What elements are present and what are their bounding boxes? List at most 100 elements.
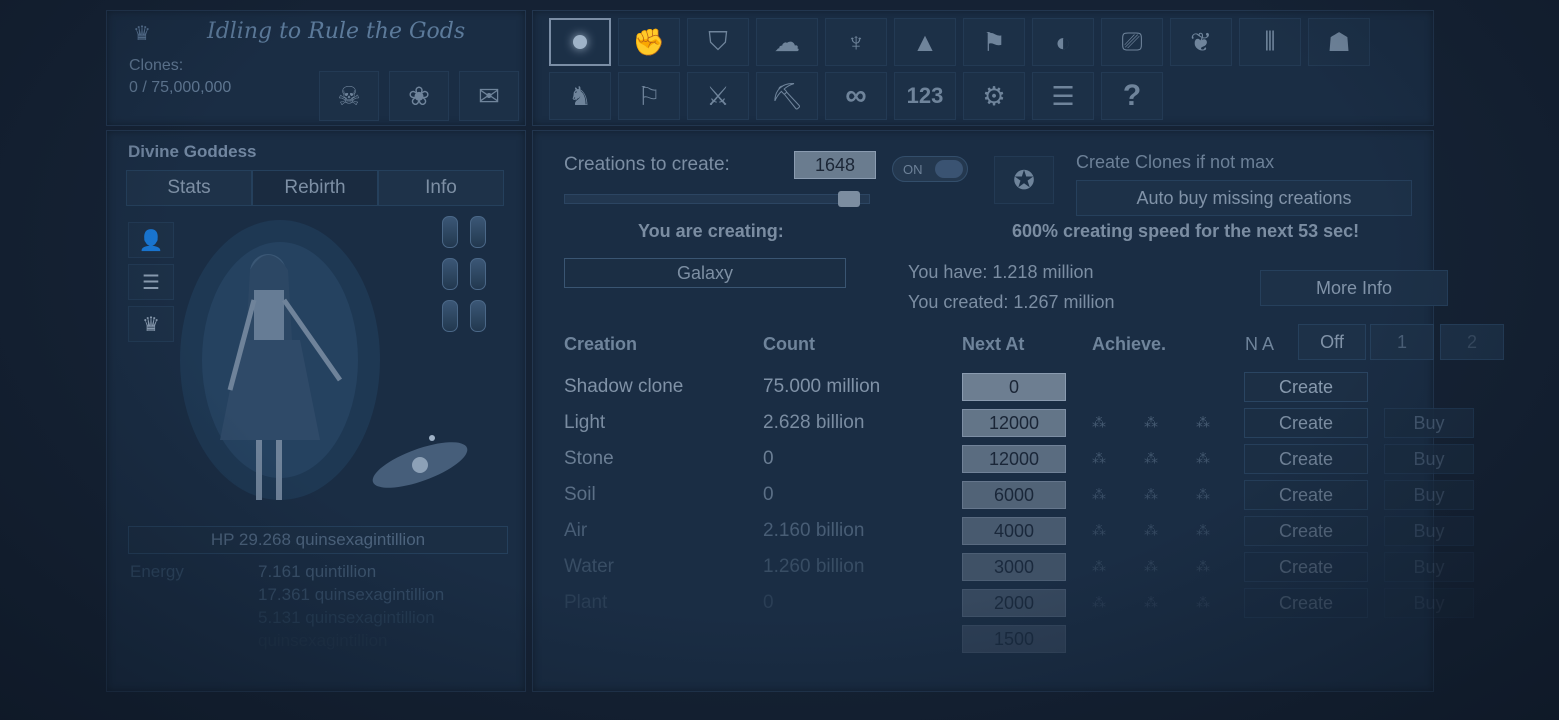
create-button[interactable]: Create: [1244, 408, 1368, 438]
hp-bar: HP 29.268 quinsexagintillion: [128, 526, 508, 554]
current-creation-box[interactable]: Galaxy: [564, 258, 846, 288]
next-at-input[interactable]: 12000: [962, 445, 1066, 473]
tab-info[interactable]: Info: [378, 170, 504, 206]
creation-count: 0: [763, 448, 774, 469]
header-count: Count: [763, 334, 815, 354]
header-next-at: Next At: [962, 334, 1025, 354]
statistics-icon[interactable]: 123: [894, 72, 956, 120]
achievement-icon: ⁂: [1196, 558, 1210, 574]
create-button[interactable]: Create: [1244, 588, 1368, 618]
slider-handle[interactable]: [837, 191, 860, 207]
shield-icon[interactable]: ⛉: [687, 18, 749, 66]
clones-label: Clones:: [129, 57, 184, 74]
next-at-input[interactable]: 3000: [962, 553, 1066, 581]
buy-label: Buy: [1413, 593, 1445, 613]
creation-name: Air: [564, 520, 588, 541]
tab-stats[interactable]: Stats: [126, 170, 252, 206]
achievement-icon: ⁂: [1092, 414, 1106, 430]
create-button[interactable]: Create: [1244, 444, 1368, 474]
ghost-icon[interactable]: ☗: [1308, 18, 1370, 66]
creation-name: Shadow clone: [564, 376, 684, 397]
auto-buy-button[interactable]: Auto buy missing creations: [1076, 180, 1412, 216]
buy-button[interactable]: Buy: [1384, 408, 1474, 438]
next-at-input[interactable]: 2000: [962, 589, 1066, 617]
create-label: Create: [1278, 485, 1334, 505]
skull-icon[interactable]: ☠: [319, 71, 379, 121]
divinity-icon[interactable]: ♆: [825, 18, 887, 66]
next-at-input[interactable]: 12000: [962, 409, 1066, 437]
toggle-on-label: ON: [903, 162, 923, 177]
pyramid-icon[interactable]: ▲: [894, 18, 956, 66]
monster-icon[interactable]: ☁: [756, 18, 818, 66]
create-button[interactable]: Create: [1244, 480, 1368, 510]
crystal-icon: [470, 216, 486, 248]
toggle-knob: [935, 160, 963, 178]
creation-name: Soil: [564, 484, 596, 505]
next-at-value: 12000: [988, 413, 1040, 433]
creations-count-input[interactable]: 1648: [794, 151, 876, 179]
clones-value: 0 / 75,000,000: [129, 79, 232, 96]
pillars-icon[interactable]: ⫴: [1239, 18, 1301, 66]
next-at-input[interactable]: 4000: [962, 517, 1066, 545]
achievement-icon: ⁂: [1092, 594, 1106, 610]
help-icon[interactable]: ?: [1101, 72, 1163, 120]
next-at-input[interactable]: 1500: [962, 625, 1066, 653]
create-label: Create: [1278, 377, 1334, 397]
achievement-icon: ⁂: [1144, 594, 1158, 610]
next-at-input[interactable]: 6000: [962, 481, 1066, 509]
book-icon[interactable]: ☰: [1032, 72, 1094, 120]
crown-icon: ♛: [133, 23, 151, 45]
stat-value: quinsexagintillion: [258, 631, 388, 650]
avatar-icon[interactable]: 👤: [128, 222, 174, 258]
menu-icon[interactable]: ☰: [128, 264, 174, 300]
buy-button[interactable]: Buy: [1384, 588, 1474, 618]
multiplier-2-button[interactable]: 2: [1440, 324, 1504, 360]
on-toggle[interactable]: ON: [892, 156, 968, 182]
fist-icon[interactable]: ✊: [618, 18, 680, 66]
creation-name: Plant: [564, 592, 608, 613]
hp-text: HP 29.268 quinsexagintillion: [210, 530, 426, 549]
anvil-icon[interactable]: ⛏: [756, 72, 818, 120]
achievement-icon: ⁂: [1144, 414, 1158, 430]
game-title: Idling to Rule the Gods: [207, 19, 466, 44]
lotus-icon[interactable]: ❀: [389, 71, 449, 121]
achievement-icon: ⁂: [1092, 450, 1106, 466]
create-button[interactable]: Create: [1244, 372, 1368, 402]
create-button[interactable]: Create: [1244, 552, 1368, 582]
camera-icon[interactable]: ⎚: [1101, 18, 1163, 66]
tab-rebirth[interactable]: Rebirth: [252, 170, 378, 206]
achievement-icon: ⁂: [1092, 522, 1106, 538]
achievement-icon: ⁂: [1092, 558, 1106, 574]
stat-label: Energy: [130, 562, 184, 581]
planet-icon[interactable]: ◐: [1032, 18, 1094, 66]
buy-button[interactable]: Buy: [1384, 480, 1474, 510]
ticket-icon[interactable]: ✉: [459, 71, 519, 121]
buy-button[interactable]: Buy: [1384, 516, 1474, 546]
flag-icon[interactable]: ⚐: [618, 72, 680, 120]
create-label: Create: [1278, 413, 1334, 433]
map-icon[interactable]: ⚑: [963, 18, 1025, 66]
more-info-label: More Info: [1315, 278, 1393, 298]
multiplier-off-button[interactable]: Off: [1298, 324, 1366, 360]
creation-slider[interactable]: [564, 191, 870, 207]
swords-icon[interactable]: ⚔: [687, 72, 749, 120]
create-button[interactable]: Create: [1244, 516, 1368, 546]
multiplier-1-button[interactable]: 1: [1370, 324, 1434, 360]
clone-gear-icon[interactable]: ✪: [994, 156, 1054, 204]
cat-icon[interactable]: ♞: [549, 72, 611, 120]
buy-button[interactable]: Buy: [1384, 444, 1474, 474]
header-panel: ♛ Idling to Rule the Gods Clones: 0 / 75…: [106, 10, 526, 126]
next-at-value: 3000: [993, 557, 1035, 577]
creation-icon[interactable]: [549, 18, 611, 66]
buy-button[interactable]: Buy: [1384, 552, 1474, 582]
wings-icon[interactable]: ❦: [1170, 18, 1232, 66]
next-at-value: 6000: [993, 485, 1035, 505]
more-info-button[interactable]: More Info: [1260, 270, 1448, 306]
next-at-input[interactable]: 0: [962, 373, 1066, 401]
statistics-label: 123: [906, 83, 944, 108]
crown-small-icon[interactable]: ♛: [128, 306, 174, 342]
gears-icon[interactable]: ⚙: [963, 72, 1025, 120]
you-are-creating-label: You are creating:: [638, 221, 784, 241]
infinity-icon[interactable]: ∞: [825, 72, 887, 120]
creations-count-value: 1648: [814, 155, 856, 175]
